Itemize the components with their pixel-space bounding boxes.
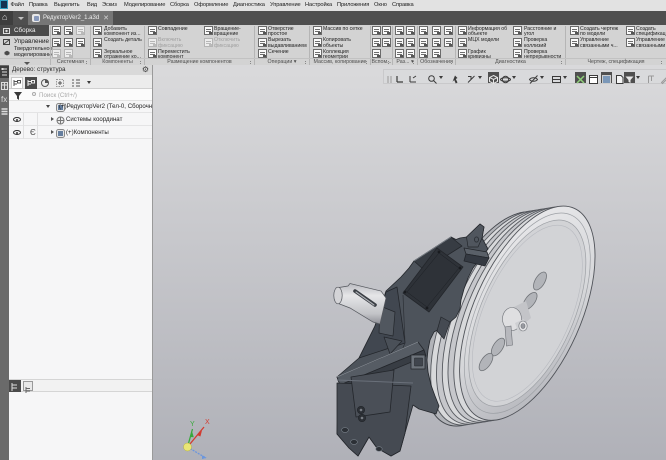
svg-text:Y: Y (190, 421, 195, 428)
svg-text:X: X (205, 419, 210, 426)
svg-text:fx: fx (1, 95, 7, 104)
